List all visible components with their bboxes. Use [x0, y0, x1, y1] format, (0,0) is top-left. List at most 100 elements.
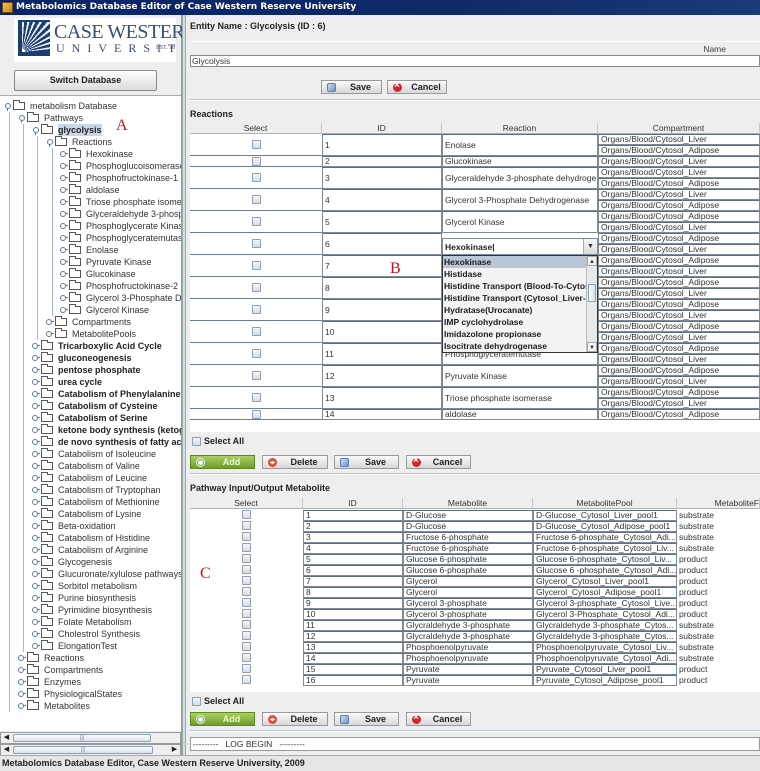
scroll-left-icon[interactable]: ◀	[1, 733, 12, 743]
tree-item[interactable]: Phosphoglyceratemutase	[0, 232, 181, 244]
table-row[interactable]: 9 Glycerol 3-phosphate Glycerol 3-phosphat…	[190, 598, 760, 609]
metabolite-cell[interactable]: Glycraldehyde 3-phosphate	[403, 631, 533, 642]
tree-item[interactable]: Catabolism of Isoleucine	[0, 448, 181, 460]
col-id[interactable]: ID	[303, 498, 403, 509]
expand-handle-icon[interactable]	[46, 331, 54, 337]
table-row[interactable]: 14 Phosphoenolpyruvate Phosphoenolpyruvate…	[190, 653, 760, 664]
scrollbar-thumb[interactable]: |||	[13, 746, 153, 754]
metabolite-cell[interactable]: Fructose 6-phosphate	[403, 543, 533, 554]
row-select-checkbox[interactable]	[252, 409, 261, 419]
entity-save-button[interactable]: Save	[321, 80, 382, 94]
expand-handle-icon[interactable]	[60, 151, 68, 157]
id-cell[interactable]: 5	[303, 554, 403, 565]
reaction-cell[interactable]: Glucokinase	[442, 156, 598, 167]
id-cell[interactable]: 8	[303, 587, 403, 598]
metabolite-role-cell[interactable]: substrate	[677, 521, 760, 532]
select-all-checkbox[interactable]	[192, 436, 201, 446]
compartment-cell[interactable]: Organs/Blood/Cytosol_Liver	[598, 288, 760, 299]
metabolite-role-cell[interactable]: product	[677, 598, 760, 609]
tree-item[interactable]: Glucokinase	[0, 268, 181, 280]
tree-item[interactable]: Catabolism of Serine	[0, 412, 181, 424]
tree-item[interactable]: Glycogenesis	[0, 556, 181, 568]
table-row[interactable]: 16 Pyruvate Pyruvate_Cytosol_Adipose_pool1…	[190, 675, 760, 686]
tree-item[interactable]: Reactions	[0, 652, 181, 664]
tree-item[interactable]: ElongationTest	[0, 640, 181, 652]
table-row[interactable]: 4 Fructose 6-phosphate Fructose 6-phosphat…	[190, 543, 760, 554]
metabolite-pool-cell[interactable]: Glucose 6 -phosphate_Cytosol_Adi...	[533, 565, 677, 576]
compartment-cell[interactable]: Organs/Blood/Cytosol_Liver	[598, 244, 760, 255]
tree-item[interactable]: Catabolism of Cysteine	[0, 400, 181, 412]
reaction-cell[interactable]: aldolase	[442, 409, 598, 420]
id-cell[interactable]: 4	[322, 189, 442, 211]
row-select-checkbox[interactable]	[252, 305, 261, 314]
tree-item[interactable]: aldolase	[0, 184, 181, 196]
reaction-cell[interactable]: Triose phosphate isomerase	[442, 387, 598, 409]
reaction-cell[interactable]: Glycerol Kinase	[442, 211, 598, 233]
expand-handle-icon[interactable]	[32, 355, 40, 361]
table-row[interactable]: 13 Phosphoenolpyruvate Phosphoenolpyruvate…	[190, 642, 760, 653]
id-cell[interactable]: 3	[322, 167, 442, 189]
switch-database-button[interactable]: Switch Database	[14, 70, 157, 91]
tree-item[interactable]: ketone body synthesis (ketogene	[0, 424, 181, 436]
col-reaction[interactable]: Reaction	[442, 123, 598, 134]
expand-handle-icon[interactable]	[18, 703, 26, 709]
col-metabolite[interactable]: Metabolite	[403, 498, 533, 509]
row-select-checkbox[interactable]	[242, 631, 251, 640]
metabolite-role-cell[interactable]: product	[677, 576, 760, 587]
compartment-cell[interactable]: Organs/Blood/Cytosol_Adipose	[598, 299, 760, 310]
tree-item[interactable]: Folate Metabolism	[0, 616, 181, 628]
compartment-cell[interactable]: Organs/Blood/Cytosol_Liver	[598, 134, 760, 145]
table-row[interactable]: 2 D-Glucose D-Glucose_Cytosol_Adipose_pool…	[190, 521, 760, 532]
compartment-cell[interactable]: Organs/Blood/Cytosol_Liver	[598, 398, 760, 409]
row-select-checkbox[interactable]	[242, 510, 251, 519]
tree-item[interactable]: Compartments	[0, 664, 181, 676]
metabolite-pool-cell[interactable]: Pyruvate_Cytosol_Liver_pool1	[533, 664, 677, 675]
tree-item[interactable]: de novo synthesis of fatty acids	[0, 436, 181, 448]
table-row[interactable]: 15 Pyruvate Pyruvate_Cytosol_Liver_pool1 pr…	[190, 664, 760, 675]
metabolite-cell[interactable]: D-Glucose	[403, 521, 533, 532]
table-row[interactable]: 7 Glycerol Glycerol_Cytosol_Liver_pool1 pro…	[190, 576, 760, 587]
tree-item[interactable]: metabolism Database	[0, 100, 181, 112]
expand-handle-icon[interactable]	[32, 367, 40, 373]
tree-item[interactable]: Reactions	[0, 136, 181, 148]
tree-item[interactable]: Catabolism of Lysine	[0, 508, 181, 520]
reaction-cell[interactable]: Glyceraldehyde 3-phosphate dehydroge...	[442, 167, 598, 189]
tree-item[interactable]: Hexokinase	[0, 148, 181, 160]
id-cell[interactable]: 3	[303, 532, 403, 543]
col-compartment[interactable]: Compartment	[598, 123, 760, 134]
entity-cancel-button[interactable]: Cancel	[387, 80, 447, 94]
compartment-cell[interactable]: Organs/Blood/Cytosol_Adipose	[598, 145, 760, 156]
metabolite-role-cell[interactable]: substrate	[677, 642, 760, 653]
reaction-dropdown-list[interactable]: Hexokinase Histidase Histidine Transport (…	[442, 255, 598, 353]
row-select-checkbox[interactable]	[242, 521, 251, 530]
dropdown-scrollbar[interactable]: ▲ ▼	[586, 256, 597, 352]
tree-item[interactable]: Catabolism of Tryptophan	[0, 484, 181, 496]
scrollbar-thumb[interactable]: |||	[13, 734, 151, 742]
compartment-cell[interactable]: Organs/Blood/Cytosol_Liver	[598, 167, 760, 178]
id-cell[interactable]: 10	[303, 609, 403, 620]
row-select-checkbox[interactable]	[252, 217, 261, 226]
tree-item[interactable]: Catabolism of Valine	[0, 460, 181, 472]
reaction-cell[interactable]: Glycerol 3-Phosphate Dehydrogenase	[442, 189, 598, 211]
expand-handle-icon[interactable]	[32, 643, 40, 649]
expand-handle-icon[interactable]	[60, 283, 68, 289]
compartment-cell[interactable]: Organs/Blood/Cytosol_Adipose	[598, 321, 760, 332]
metabolite-role-cell[interactable]: product	[677, 554, 760, 565]
tree-item[interactable]: Compartments	[0, 316, 181, 328]
expand-handle-icon[interactable]	[18, 655, 26, 661]
expand-handle-icon[interactable]	[32, 463, 40, 469]
id-cell[interactable]: 4	[303, 543, 403, 554]
tree-item[interactable]: Pyrimidine biosynthesis	[0, 604, 181, 616]
id-cell[interactable]: 9	[322, 299, 442, 321]
compartment-cell[interactable]: Organs/Blood/Cytosol_Adipose	[598, 178, 760, 189]
table-row[interactable]: 13 Triose phosphate isomerase Organs/Blood…	[190, 387, 760, 409]
expand-handle-icon[interactable]	[60, 235, 68, 241]
compartment-cell[interactable]: Organs/Blood/Cytosol_Adipose	[598, 200, 760, 211]
id-cell[interactable]: 6	[322, 233, 442, 255]
compartment-cell[interactable]: Organs/Blood/Cytosol_Adipose	[598, 343, 760, 354]
row-select-checkbox[interactable]	[242, 565, 251, 574]
metabolites-select-all[interactable]: Select All	[192, 696, 244, 706]
expand-handle-icon[interactable]	[32, 559, 40, 565]
tree-item[interactable]: glycolysis	[0, 124, 181, 136]
metabolite-pool-cell[interactable]: Glycerol_Cytosol_Liver_pool1	[533, 576, 677, 587]
